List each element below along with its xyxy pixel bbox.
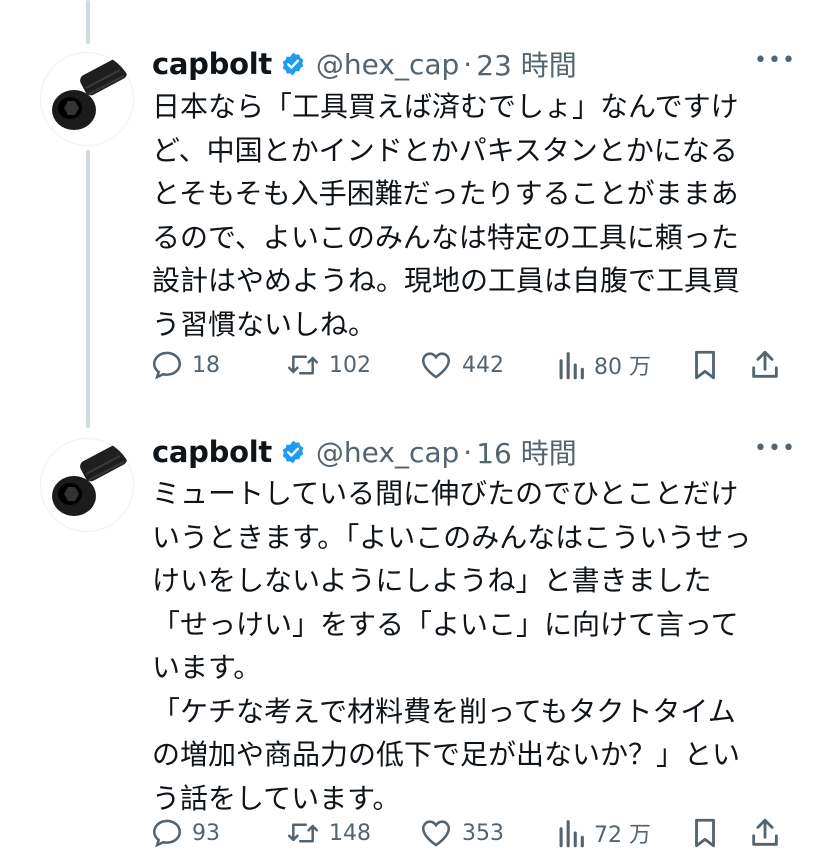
tweet[interactable]: capbolt @hex_cap · 23 時間 ••• 日本なら「工具買えば済… bbox=[0, 46, 828, 426]
handle[interactable]: @hex_cap bbox=[316, 436, 459, 469]
retweet-button[interactable]: 102 bbox=[285, 348, 371, 382]
tweet[interactable]: capbolt @hex_cap · 16 時間 ••• ミュートしている間に伸… bbox=[0, 434, 828, 850]
thread-line bbox=[86, 0, 90, 44]
reply-button[interactable]: 93 bbox=[150, 816, 220, 850]
share-button[interactable] bbox=[748, 348, 782, 382]
share-button[interactable] bbox=[748, 816, 782, 850]
bolt-avatar-icon bbox=[52, 444, 127, 516]
bookmark-icon bbox=[695, 350, 715, 380]
more-options-icon[interactable]: ••• bbox=[754, 436, 796, 461]
avatar[interactable] bbox=[40, 438, 134, 532]
like-count: 353 bbox=[462, 820, 504, 846]
retweet-count: 102 bbox=[329, 352, 371, 378]
reply-icon bbox=[152, 819, 182, 848]
display-name[interactable]: capbolt bbox=[152, 435, 272, 469]
reply-count: 93 bbox=[192, 820, 220, 846]
verified-badge-icon bbox=[282, 52, 304, 76]
tweet-text: 日本なら「工具買えば済むでしょ」なんですけど、中国とかインドとかパキスタンとかに… bbox=[152, 90, 741, 341]
like-count: 442 bbox=[462, 352, 504, 378]
bookmark-button[interactable] bbox=[690, 348, 720, 382]
views-count: 80 万 bbox=[594, 355, 651, 380]
retweet-icon bbox=[287, 823, 319, 843]
like-button[interactable]: 353 bbox=[418, 816, 504, 850]
bookmark-icon bbox=[695, 818, 715, 848]
timestamp[interactable]: 16 時間 bbox=[476, 432, 577, 472]
display-name[interactable]: capbolt bbox=[152, 47, 272, 81]
views-count: 72 万 bbox=[594, 823, 651, 848]
verified-badge-icon bbox=[282, 440, 304, 464]
views-button[interactable]: 80 万 bbox=[556, 348, 651, 382]
heart-icon bbox=[421, 352, 451, 379]
retweet-icon bbox=[287, 355, 319, 375]
tweet-text: ミュートしている間に伸びたのでひとことだけいうときます。「よいこのみんなはこうい… bbox=[152, 477, 752, 815]
tweet-header: capbolt @hex_cap · 23 時間 bbox=[152, 46, 577, 82]
timestamp[interactable]: 23 時間 bbox=[476, 44, 577, 84]
heart-icon bbox=[421, 820, 451, 847]
bolt-avatar-icon bbox=[52, 58, 127, 130]
share-icon bbox=[752, 350, 778, 378]
separator-dot: · bbox=[463, 47, 473, 81]
retweet-count: 148 bbox=[329, 820, 371, 846]
views-chart-icon bbox=[559, 352, 584, 380]
separator-dot: · bbox=[463, 435, 473, 469]
retweet-button[interactable]: 148 bbox=[285, 816, 371, 850]
reply-icon bbox=[152, 351, 182, 380]
tweet-header: capbolt @hex_cap · 16 時間 bbox=[152, 434, 577, 470]
handle[interactable]: @hex_cap bbox=[316, 48, 459, 81]
action-bar: 93 148 353 72 万 bbox=[150, 816, 790, 856]
avatar[interactable] bbox=[40, 52, 134, 146]
action-bar: 18 102 442 80 万 bbox=[150, 348, 790, 388]
reply-button[interactable]: 18 bbox=[150, 348, 220, 382]
like-button[interactable]: 442 bbox=[418, 348, 504, 382]
reply-count: 18 bbox=[192, 352, 220, 378]
views-chart-icon bbox=[559, 820, 584, 848]
more-options-icon[interactable]: ••• bbox=[754, 48, 796, 73]
views-button[interactable]: 72 万 bbox=[556, 816, 651, 850]
bookmark-button[interactable] bbox=[690, 816, 720, 850]
share-icon bbox=[752, 818, 778, 846]
